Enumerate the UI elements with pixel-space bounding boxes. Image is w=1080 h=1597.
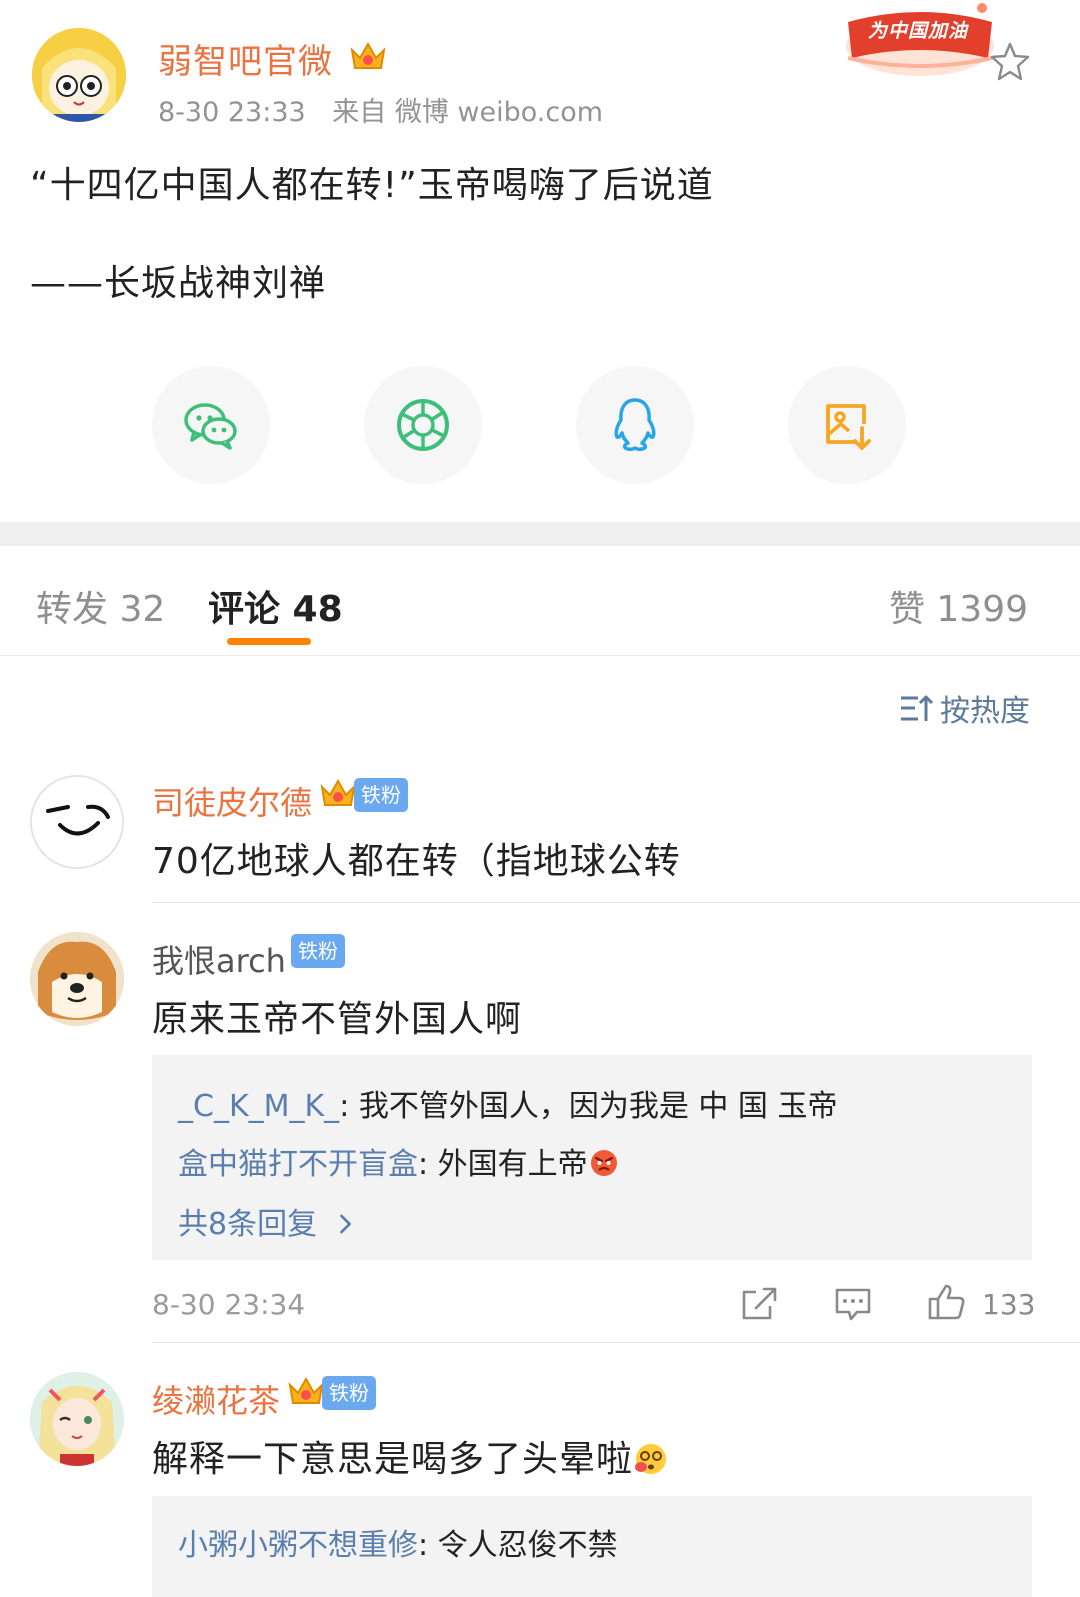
tab-like[interactable]: 赞 1399 xyxy=(889,580,1028,632)
share-qq-button[interactable] xyxy=(576,366,694,484)
comment-username[interactable]: 我恨arch xyxy=(152,936,286,982)
moments-icon xyxy=(397,399,449,451)
fan-badge: 铁粉 xyxy=(291,934,345,968)
interaction-tabs: 转发 32 评论 48 赞 1399 xyxy=(0,546,1080,656)
wechat-icon xyxy=(184,403,237,450)
like-thumb-icon[interactable] xyxy=(926,1282,966,1322)
fan-badge: 铁粉 xyxy=(354,778,408,812)
comment-text-body: 解释一下意思是喝多了头晕啦 xyxy=(152,1439,634,1480)
comment-username[interactable]: 司徒皮尔德 xyxy=(152,778,312,824)
cheer-china-text: 为中国加油 xyxy=(868,20,969,42)
comment-avatar[interactable] xyxy=(30,1372,124,1466)
post-author-name[interactable]: 弱智吧官微 xyxy=(158,34,333,83)
chevron-right-icon xyxy=(339,1214,351,1234)
sort-label: 按热度 xyxy=(940,694,1030,729)
tab-repost[interactable]: 转发 32 xyxy=(36,580,165,632)
reply-text: 我不管外国人，因为我是 中 国 玉帝 xyxy=(358,1089,838,1124)
reply-username[interactable]: _C_K_M_K_ xyxy=(178,1089,339,1124)
like-count: 133 xyxy=(982,1288,1036,1321)
reply-item: _C_K_M_K_: 我不管外国人，因为我是 中 国 玉帝 xyxy=(178,1081,837,1125)
comment-avatar[interactable] xyxy=(30,932,124,1026)
repost-comment-icon[interactable] xyxy=(740,1284,780,1324)
reply-comment-icon[interactable] xyxy=(833,1284,873,1324)
dizzy-face-emoji-icon xyxy=(635,1444,667,1474)
vip-crown-icon xyxy=(286,1373,326,1409)
vip-crown-icon xyxy=(318,775,358,811)
vip-crown-icon xyxy=(348,38,388,74)
view-more-replies-link[interactable]: 共8条回复 xyxy=(178,1199,355,1243)
cheer-china-badge: 为中国加油 xyxy=(842,0,998,80)
sort-button[interactable]: 按热度 xyxy=(898,688,1030,729)
reply-username[interactable]: 小粥小粥不想重修 xyxy=(178,1528,418,1563)
reply-item: 盒中猫打不开盲盒: 外国有上帝 xyxy=(178,1139,620,1183)
post-time: 8-30 23:33 xyxy=(158,97,306,128)
reply-separator: : xyxy=(339,1089,359,1124)
favorite-star-icon[interactable] xyxy=(988,40,1032,84)
fan-badge: 铁粉 xyxy=(322,1376,376,1410)
post-header: 弱智吧官微 8-30 23:33 来自 微博 weibo.com 为中国加油 xyxy=(0,0,1080,140)
comment-divider xyxy=(152,1342,1080,1343)
post-source: 来自 微博 weibo.com xyxy=(332,97,604,128)
comment-time: 8-30 23:34 xyxy=(152,1288,306,1321)
save-image-button[interactable] xyxy=(788,366,906,484)
comment-avatar[interactable] xyxy=(30,775,124,869)
reply-separator: : xyxy=(418,1147,438,1182)
reply-box[interactable]: 小粥小粥不想重修: 令人忍俊不禁 xyxy=(152,1496,1032,1597)
reply-text: 令人忍俊不禁 xyxy=(437,1528,618,1563)
comment-text: 70亿地球人都在转（指地球公转 xyxy=(152,841,681,882)
reply-item: 小粥小粥不想重修: 令人忍俊不禁 xyxy=(178,1520,618,1564)
comment-username[interactable]: 绫濑花茶 xyxy=(152,1376,280,1422)
reply-username[interactable]: 盒中猫打不开盲盒 xyxy=(178,1147,418,1182)
reply-text: 外国有上帝 xyxy=(437,1147,588,1182)
reply-box[interactable]: _C_K_M_K_: 我不管外国人，因为我是 中 国 玉帝 盒中猫打不开盲盒: … xyxy=(152,1055,1032,1260)
save-image-icon xyxy=(826,404,871,450)
angry-face-emoji-icon xyxy=(590,1150,617,1176)
qq-icon xyxy=(614,398,656,452)
share-wechat-button[interactable] xyxy=(152,366,270,484)
reply-separator: : xyxy=(418,1528,438,1563)
active-tab-indicator xyxy=(227,638,311,645)
comment-text: 解释一下意思是喝多了头晕啦 xyxy=(152,1430,669,1482)
post-meta: 8-30 23:33 来自 微博 weibo.com xyxy=(158,90,603,129)
post-text-line: “十四亿中国人都在转!”玉帝喝嗨了后说道 xyxy=(30,165,714,206)
comment-text: 原来玉帝不管外国人啊 xyxy=(152,999,523,1040)
sort-icon xyxy=(901,695,934,721)
more-replies-label: 共8条回复 xyxy=(178,1207,318,1242)
post-text-line: ——长坂战神刘禅 xyxy=(30,263,327,304)
post-author-avatar[interactable] xyxy=(32,28,126,122)
tab-comment[interactable]: 评论 48 xyxy=(208,580,343,632)
comment-divider xyxy=(152,902,1080,903)
section-divider xyxy=(0,522,1080,546)
share-moments-button[interactable] xyxy=(364,366,482,484)
